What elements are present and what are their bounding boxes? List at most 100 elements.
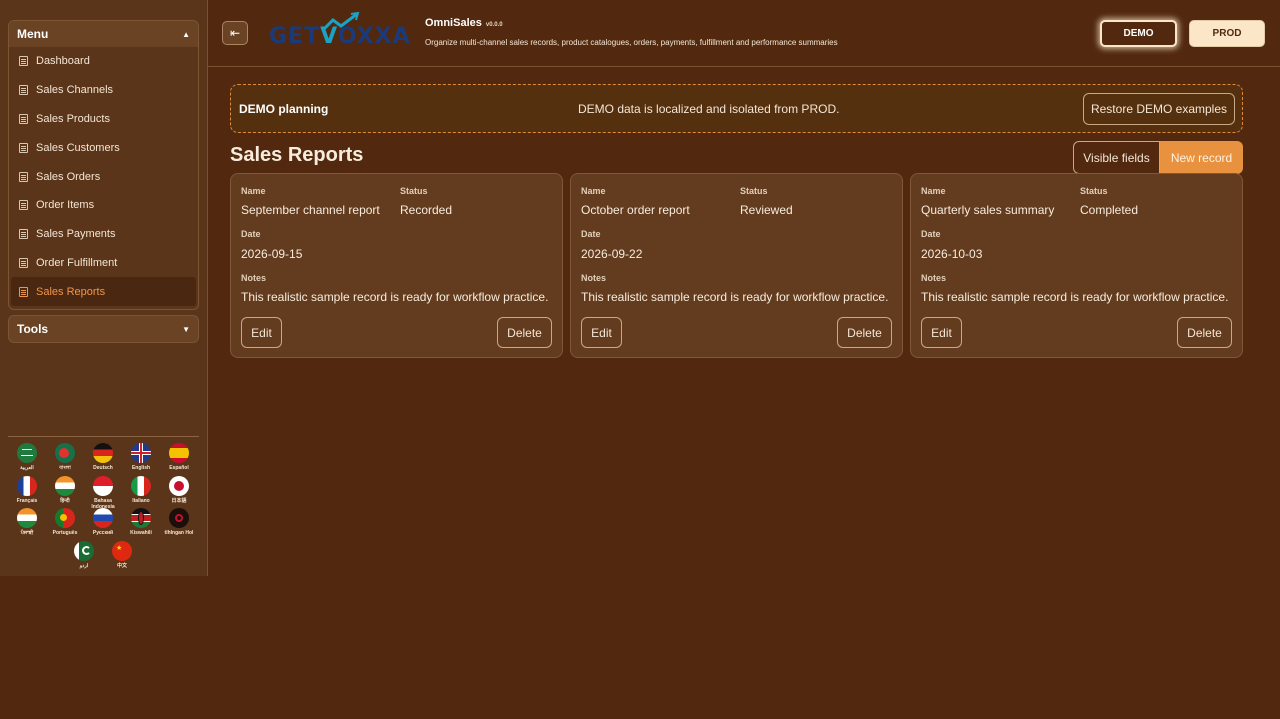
app-version: v0.0.0: [485, 22, 503, 28]
prod-env-button[interactable]: PROD: [1189, 20, 1265, 47]
name-value: October order report: [581, 203, 690, 217]
language-english[interactable]: English: [123, 439, 161, 475]
flag-saudi-icon: [17, 443, 37, 463]
delete-button[interactable]: Delete: [497, 317, 552, 348]
name-label: Name: [241, 186, 266, 196]
language-punjabi[interactable]: ਪੰਜਾਬੀ: [11, 508, 43, 536]
demo-notice: DEMO planning DEMO data is localized and…: [230, 84, 1243, 133]
language-italian[interactable]: Italiano: [125, 476, 157, 504]
status-value: Recorded: [400, 203, 453, 217]
language-klingon[interactable]: tlhIngan Hol: [163, 508, 195, 536]
sidebar-item-sales-channels[interactable]: Sales Channels: [9, 76, 198, 105]
language-swahili[interactable]: Kiswahili: [125, 508, 157, 536]
notice-text: DEMO data is localized and isolated from…: [578, 102, 840, 116]
name-value: Quarterly sales summary: [921, 203, 1055, 217]
name-label: Name: [921, 186, 946, 196]
sidebar-item-label: Order Items: [36, 199, 95, 212]
sidebar-item-label: Sales Reports: [36, 285, 106, 298]
header: ⇤ GETVOXXA OmniSales v0.0.0 Organize mult…: [208, 0, 1280, 67]
menu-panel: Menu ▲ Dashboard Sales Channels Sales Pr…: [8, 20, 199, 310]
sidebar-item-sales-products[interactable]: Sales Products: [9, 105, 198, 134]
flag-portugal-icon: [55, 508, 75, 528]
demo-env-button[interactable]: DEMO: [1100, 20, 1177, 47]
new-record-button[interactable]: New record: [1160, 141, 1243, 174]
language-russian[interactable]: Русский: [87, 508, 119, 536]
restore-demo-button[interactable]: Restore DEMO examples: [1083, 93, 1235, 125]
app-description: Organize multi-channel sales records, pr…: [425, 38, 838, 47]
collapse-sidebar-button[interactable]: ⇤: [222, 21, 248, 45]
language-indonesian[interactable]: Bahasa Indonesia: [87, 476, 119, 510]
sidebar-item-sales-reports[interactable]: Sales Reports: [11, 277, 196, 307]
language-label: Deutsch: [93, 465, 113, 471]
language-label: 中文: [116, 563, 127, 569]
status-label: Status: [1080, 186, 1108, 196]
list-icon: [19, 200, 28, 211]
sidebar-item-order-fulfillment[interactable]: Order Fulfillment: [9, 249, 198, 278]
flag-india-icon: [17, 508, 37, 528]
date-value: 2026-09-15: [241, 247, 303, 261]
status-value: Completed: [1080, 203, 1139, 217]
edit-button[interactable]: Edit: [581, 317, 622, 348]
status-label: Status: [400, 186, 428, 196]
edit-button[interactable]: Edit: [921, 317, 962, 348]
flag-pakistan-icon: [74, 541, 94, 561]
flag-japan-icon: [169, 476, 189, 496]
delete-button[interactable]: Delete: [837, 317, 892, 348]
date-value: 2026-10-03: [921, 247, 983, 261]
notes-value: This realistic sample record is ready fo…: [581, 290, 889, 304]
notice-title: DEMO planning: [239, 102, 329, 116]
language-chinese[interactable]: ★ 中文: [106, 541, 138, 569]
sidebar: Menu ▲ Dashboard Sales Channels Sales Pr…: [0, 0, 208, 576]
date-label: Date: [921, 229, 941, 239]
record-card: Name Quarterly sales summary Status Comp…: [910, 173, 1243, 358]
language-german[interactable]: Deutsch: [87, 443, 119, 471]
edit-button[interactable]: Edit: [241, 317, 282, 348]
sidebar-item-label: Order Fulfillment: [36, 256, 118, 269]
list-icon: [19, 56, 28, 67]
app-title: OmniSales v0.0.0: [425, 17, 503, 29]
date-label: Date: [581, 229, 601, 239]
sidebar-item-label: Sales Products: [36, 112, 110, 125]
chevron-down-icon: ▼: [182, 324, 190, 334]
logo-text: GET: [269, 24, 321, 49]
language-french[interactable]: Français: [11, 476, 43, 504]
notes-value: This realistic sample record is ready fo…: [921, 290, 1229, 304]
language-label: Français: [16, 498, 38, 504]
date-label: Date: [241, 229, 261, 239]
language-arabic[interactable]: العربية: [11, 443, 43, 471]
name-value: September channel report: [241, 203, 380, 217]
flag-germany-icon: [93, 443, 113, 463]
language-hindi[interactable]: हिन्दी: [49, 476, 81, 504]
sidebar-item-order-items[interactable]: Order Items: [9, 191, 198, 220]
status-label: Status: [740, 186, 768, 196]
logo-swoosh-icon: [321, 12, 360, 32]
menu-panel-header[interactable]: Menu ▲: [9, 21, 198, 47]
sidebar-item-label: Sales Payments: [36, 228, 116, 241]
language-spanish[interactable]: Español: [163, 443, 195, 471]
language-label: العربية: [20, 465, 34, 471]
sidebar-item-dashboard[interactable]: Dashboard: [9, 47, 198, 76]
flag-russia-icon: [93, 508, 113, 528]
language-urdu[interactable]: اردو: [68, 541, 100, 569]
date-value: 2026-09-22: [581, 247, 643, 261]
language-bangla[interactable]: বাংলা: [49, 443, 81, 471]
flag-bangladesh-icon: [55, 443, 75, 463]
visible-fields-button[interactable]: Visible fields: [1073, 141, 1160, 174]
logo: GETVOXXA: [269, 12, 411, 54]
language-portuguese[interactable]: Português: [49, 508, 81, 536]
tools-panel-header[interactable]: Tools ▼: [8, 315, 199, 343]
language-japanese[interactable]: 日本語: [163, 476, 195, 504]
notes-label: Notes: [921, 273, 947, 283]
sidebar-item-sales-payments[interactable]: Sales Payments: [9, 220, 198, 249]
status-value: Reviewed: [740, 203, 793, 217]
notes-value: This realistic sample record is ready fo…: [241, 290, 549, 304]
list-icon: [19, 142, 28, 153]
language-label: English: [131, 465, 151, 471]
language-label: Русский: [92, 530, 114, 536]
sidebar-item-sales-orders[interactable]: Sales Orders: [9, 162, 198, 191]
flag-spain-icon: [169, 443, 189, 463]
flag-italy-icon: [131, 476, 151, 496]
delete-button[interactable]: Delete: [1177, 317, 1232, 348]
list-icon: [19, 113, 28, 124]
sidebar-item-sales-customers[interactable]: Sales Customers: [9, 133, 198, 162]
